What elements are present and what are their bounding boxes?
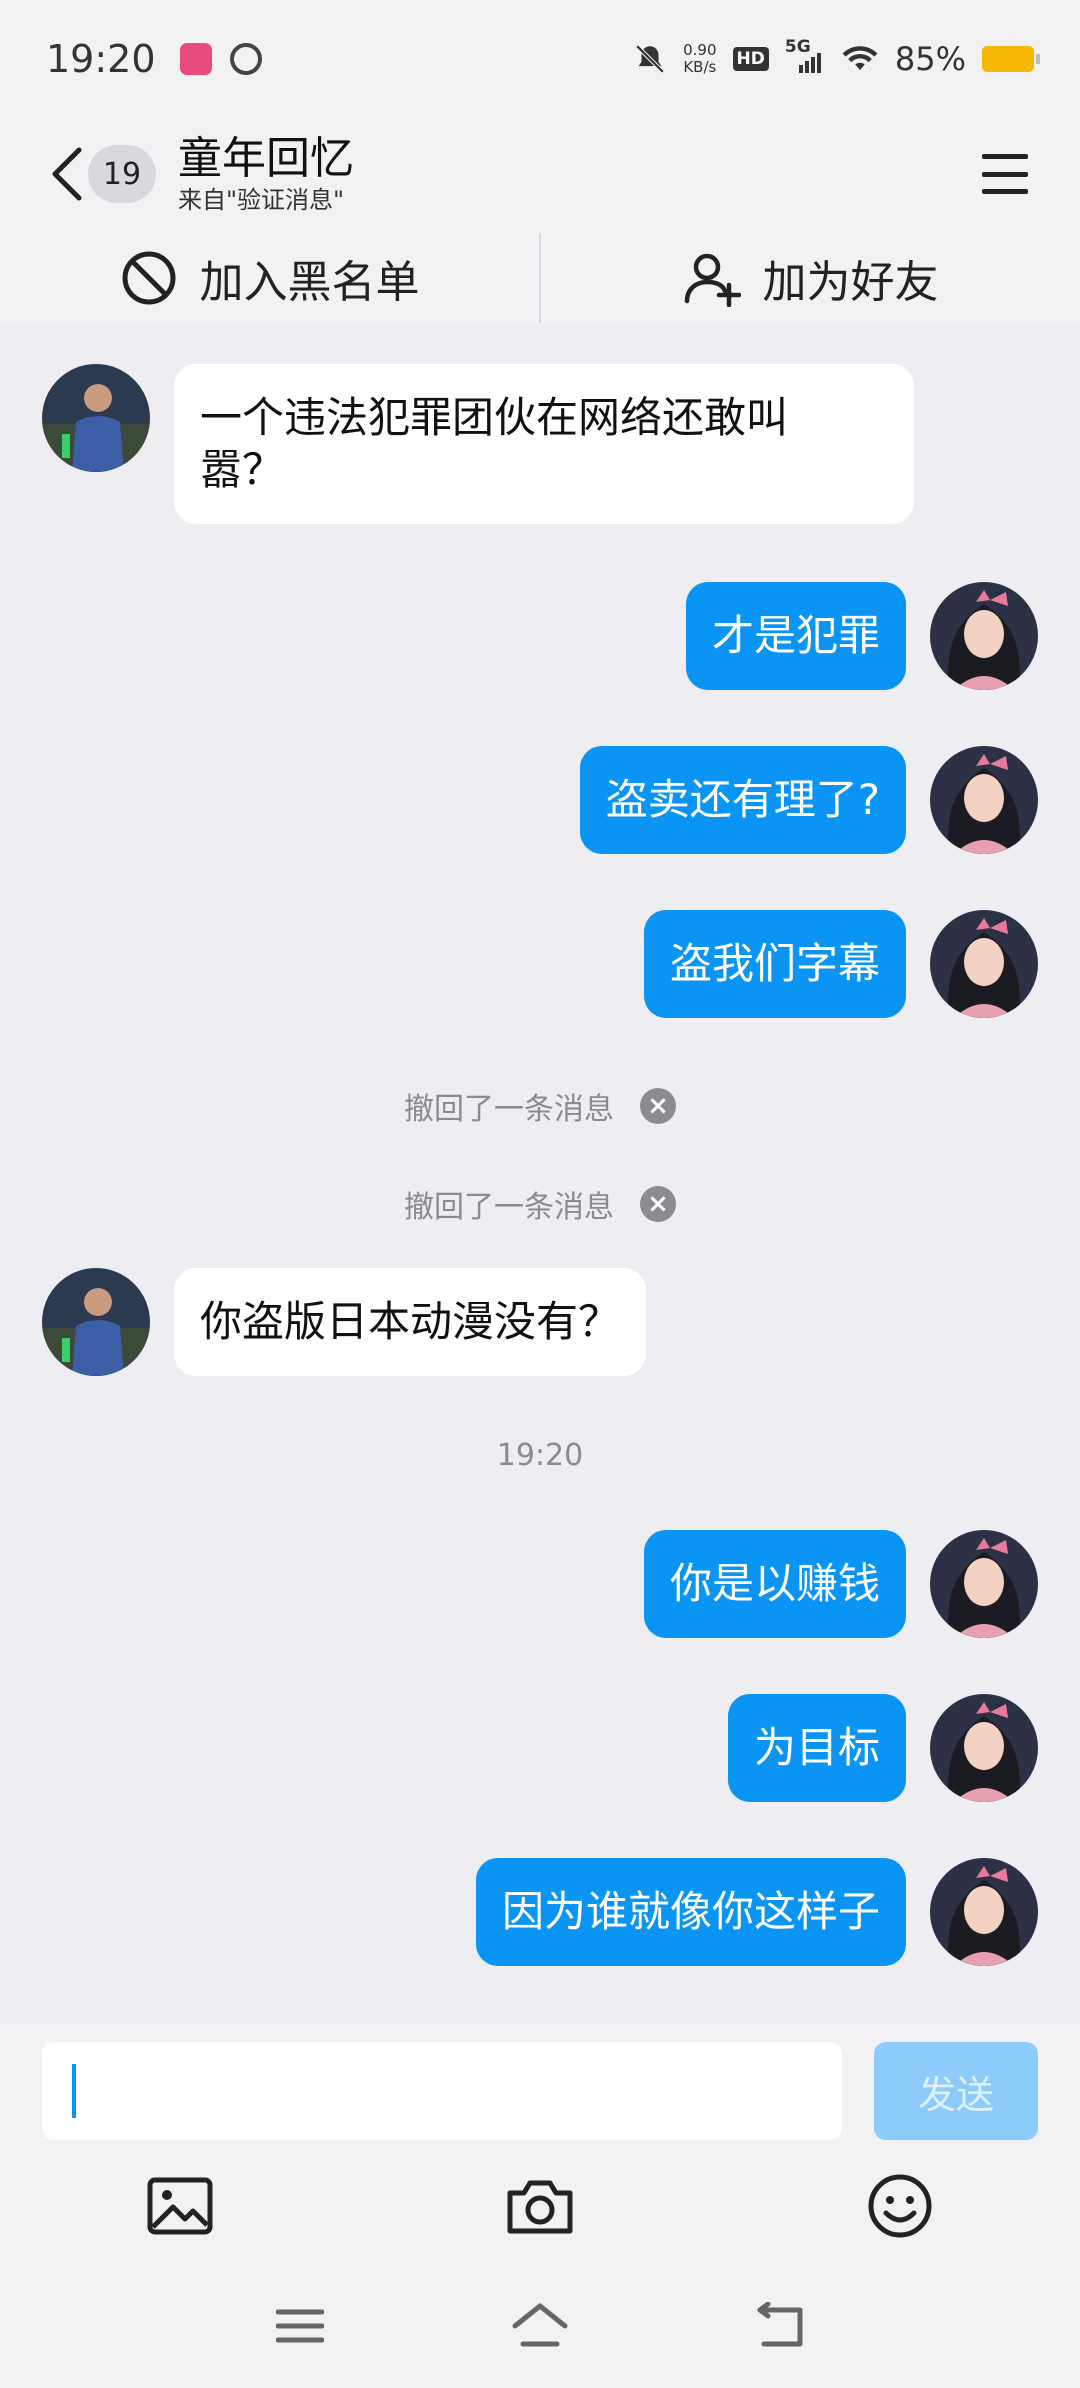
message-list[interactable]: 一个违法犯罪团伙在网络还敢叫 嚣？ 才是犯罪 盗卖还有理了? 盗我们字幕 撤回了… bbox=[0, 326, 1080, 2024]
message-bubble[interactable]: 盗卖还有理了? bbox=[579, 746, 906, 854]
home-button[interactable] bbox=[508, 2296, 572, 2356]
menu-icon bbox=[276, 2309, 324, 2343]
app-notification-icon bbox=[179, 43, 212, 75]
chevron-left-icon bbox=[52, 147, 82, 201]
dismiss-icon[interactable]: × bbox=[640, 1186, 676, 1222]
message-row: 盗卖还有理了? bbox=[579, 746, 1038, 854]
input-bar: 发送 bbox=[0, 2024, 1080, 2262]
dismiss-icon[interactable]: × bbox=[640, 1088, 676, 1124]
camera-button[interactable] bbox=[504, 2170, 576, 2242]
message-row: 才是犯罪 bbox=[685, 582, 1038, 690]
message-timestamp: 19:20 bbox=[496, 1438, 584, 1473]
back-icon bbox=[757, 2302, 803, 2347]
message-bubble[interactable]: 因为谁就像你这样子 bbox=[475, 1858, 906, 1966]
back-button[interactable] bbox=[36, 139, 96, 209]
hd-badge: HD bbox=[732, 47, 769, 71]
image-icon bbox=[147, 2177, 213, 2235]
recall-notice-text: 撤回了一条消息 bbox=[404, 1092, 614, 1127]
message-row: 因为谁就像你这样子 bbox=[475, 1858, 1038, 1966]
mute-icon bbox=[635, 44, 665, 74]
battery-percent: 85% bbox=[894, 40, 966, 78]
my-avatar[interactable] bbox=[930, 1694, 1038, 1802]
message-row: 你是以赚钱 bbox=[643, 1530, 1038, 1638]
message-input[interactable] bbox=[42, 2042, 842, 2140]
recall-notice: 撤回了一条消息 × bbox=[0, 1084, 1080, 1128]
message-row: 你盗版日本动漫没有？ bbox=[42, 1268, 647, 1376]
add-user-icon bbox=[684, 253, 741, 307]
add-to-blacklist-label: 加入黑名单 bbox=[199, 257, 420, 308]
wifi-icon bbox=[842, 46, 878, 71]
recent-apps-button[interactable] bbox=[268, 2296, 332, 2356]
recall-notice: 撤回了一条消息 × bbox=[0, 1182, 1080, 1226]
net-speed: 0.90 KB/s bbox=[683, 41, 717, 76]
add-friend-label: 加为好友 bbox=[762, 257, 939, 308]
block-icon bbox=[122, 251, 175, 305]
chat-title: 童年回忆 bbox=[178, 133, 354, 184]
my-avatar[interactable] bbox=[930, 1858, 1038, 1966]
contact-avatar[interactable] bbox=[42, 364, 150, 472]
my-avatar[interactable] bbox=[930, 1530, 1038, 1638]
image-button[interactable] bbox=[144, 2170, 216, 2242]
menu-icon bbox=[982, 154, 1028, 159]
message-bubble[interactable]: 一个违法犯罪团伙在网络还敢叫 嚣？ bbox=[174, 364, 914, 524]
message-bubble[interactable]: 你是以赚钱 bbox=[643, 1530, 906, 1638]
unread-count-badge[interactable]: 19 bbox=[88, 145, 156, 203]
back-nav-button[interactable] bbox=[748, 2296, 812, 2356]
message-row: 为目标 bbox=[727, 1694, 1038, 1802]
message-row: 一个违法犯罪团伙在网络还敢叫 嚣？ bbox=[42, 364, 914, 524]
message-bubble[interactable]: 盗我们字幕 bbox=[643, 910, 906, 1018]
emoji-button[interactable] bbox=[864, 2170, 936, 2242]
camera-icon bbox=[507, 2180, 573, 2234]
add-to-blacklist-button[interactable]: 加入黑名单 bbox=[0, 230, 539, 326]
status-bar: 19:20 0.90 KB/s HD 5G 85% bbox=[0, 0, 1080, 118]
chat-subtitle: 来自"验证消息" bbox=[178, 186, 345, 214]
message-row: 盗我们字幕 bbox=[643, 910, 1038, 1018]
sync-icon bbox=[229, 43, 262, 75]
battery-icon bbox=[982, 46, 1040, 72]
my-avatar[interactable] bbox=[930, 910, 1038, 1018]
menu-button[interactable] bbox=[982, 154, 1028, 194]
my-avatar[interactable] bbox=[930, 582, 1038, 690]
chat-header: 19 童年回忆 来自"验证消息" bbox=[0, 118, 1080, 230]
message-bubble[interactable]: 为目标 bbox=[727, 1694, 906, 1802]
chat-title-block[interactable]: 童年回忆 来自"验证消息" bbox=[178, 133, 354, 215]
send-button[interactable]: 发送 bbox=[874, 2042, 1038, 2140]
recall-notice-text: 撤回了一条消息 bbox=[404, 1190, 614, 1225]
contact-avatar[interactable] bbox=[42, 1268, 150, 1376]
signal-icon: 5G bbox=[785, 37, 825, 77]
home-icon bbox=[512, 2303, 568, 2347]
my-avatar[interactable] bbox=[930, 746, 1038, 854]
stranger-action-row: 加入黑名单 加为好友 bbox=[0, 230, 1080, 326]
text-cursor bbox=[72, 2064, 76, 2118]
message-bubble[interactable]: 你盗版日本动漫没有？ bbox=[174, 1268, 647, 1376]
status-time: 19:20 bbox=[46, 37, 156, 81]
status-indicators: 0.90 KB/s HD 5G 85% bbox=[633, 37, 1040, 78]
system-nav-bar bbox=[0, 2262, 1080, 2388]
emoji-icon bbox=[868, 2174, 932, 2238]
add-friend-button[interactable]: 加为好友 bbox=[541, 230, 1080, 326]
message-bubble[interactable]: 才是犯罪 bbox=[685, 582, 906, 690]
